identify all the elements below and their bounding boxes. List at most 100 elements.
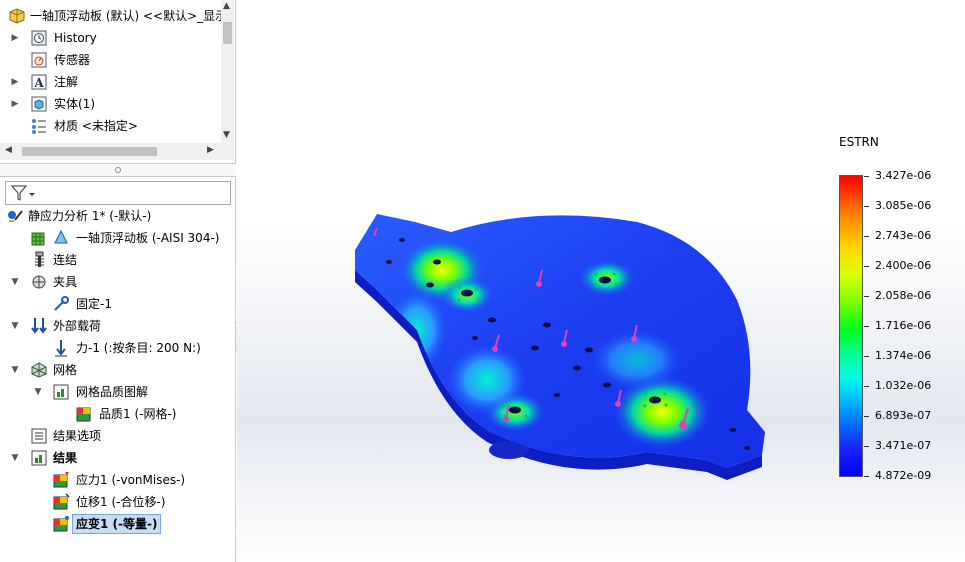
material-icon [32, 119, 46, 134]
legend-tick-label: 3.471e-07 [875, 439, 932, 452]
tree-item-label: 应力1 (-vonMises-) [76, 473, 186, 487]
legend-tick-mark [864, 476, 869, 477]
scrollbar-thumb[interactable] [22, 147, 157, 156]
result-plot-icon [76, 407, 91, 422]
tree-item-mesh-quality-plot[interactable]: ▼ 网格品质图解 [0, 382, 226, 402]
tree-item-label: 材质 <未指定> [54, 119, 138, 133]
mesh-part-icon [31, 232, 45, 246]
stress-plot-icon [53, 472, 69, 488]
filter-icon[interactable] [10, 184, 36, 202]
legend-tick-mark [864, 206, 869, 207]
connections-icon [35, 251, 44, 267]
tree-item-label: 外部载荷 [53, 319, 102, 333]
pane-splitter[interactable] [0, 163, 236, 177]
legend-tick-label: 4.872e-09 [875, 469, 932, 482]
graphics-viewport[interactable]: ESTRN 3.427e-06 3.085e-06 2.743e-06 2.400e-… [237, 0, 965, 562]
tree-item-label: 结果 [53, 451, 78, 465]
tree-item-label: 固定-1 [76, 297, 112, 311]
tree-item-fixed-1[interactable]: 固定-1 [0, 294, 226, 314]
tree-vertical-scrollbar[interactable]: ▲ ▼ [221, 0, 234, 143]
tree-item-label: 网格品质图解 [76, 385, 149, 399]
feature-tree: 一轴顶浮动板 (默认) <<默认>_显示状态 1> ▶ History 传感器 … [0, 0, 234, 162]
tree-item-material[interactable]: 材质 <未指定> [0, 116, 220, 136]
tree-item-fixtures[interactable]: ▼ 夹具 [0, 272, 226, 292]
legend-tick-label: 1.716e-06 [875, 319, 932, 332]
tree-item-mesh[interactable]: ▼ 网格 [0, 360, 226, 380]
tree-item-displacement-1[interactable]: 位移1 (-合位移-) [0, 492, 226, 512]
collapse-arrow-icon[interactable]: ▼ [10, 360, 20, 380]
tree-horizontal-scrollbar[interactable]: ◀ ▶ [0, 143, 234, 160]
plot-folder-icon [53, 384, 69, 400]
tree-item-quality-1[interactable]: 品质1 (-网格-) [0, 404, 226, 424]
scroll-down-icon[interactable]: ▼ [223, 130, 230, 140]
tree-item-label: 力-1 (:按条目: 200 N:) [76, 341, 201, 355]
external-loads-icon [31, 318, 47, 334]
legend-title: ESTRN [839, 135, 879, 149]
legend-tick-mark [864, 236, 869, 237]
scrollbar-thumb[interactable] [223, 22, 232, 44]
tree-item-result-options[interactable]: 结果选项 [0, 426, 226, 446]
tree-item-stress-1[interactable]: 应力1 (-vonMises-) [0, 470, 226, 490]
collapse-arrow-icon[interactable]: ▼ [10, 272, 20, 292]
displacement-plot-icon [53, 493, 70, 510]
tree-item-label: 一轴顶浮动板 (-AISI 304-) [76, 231, 220, 245]
tree-root-label: 一轴顶浮动板 (默认) <<默认>_显示状态 1> [30, 9, 222, 23]
tree-filter-box[interactable] [5, 181, 231, 205]
legend-tick-label: 2.400e-06 [875, 259, 932, 272]
legend-tick-label: 6.893e-07 [875, 409, 932, 422]
solid-body-icon [31, 96, 47, 112]
legend-tick-mark [864, 176, 869, 177]
scroll-right-icon[interactable]: ▶ [207, 145, 214, 155]
scroll-left-icon[interactable]: ◀ [5, 145, 12, 155]
tree-item-results[interactable]: ▼ 结果 [0, 448, 226, 468]
annotation-icon: A [31, 74, 47, 90]
expand-arrow-icon[interactable]: ▶ [10, 72, 20, 92]
legend-tick-label: 2.058e-06 [875, 289, 932, 302]
fixtures-icon [32, 275, 46, 289]
tree-item-study[interactable]: 静应力分析 1* (-默认-) [6, 206, 232, 226]
tree-item-label: 连结 [53, 253, 78, 267]
result-options-icon [31, 428, 47, 444]
tree-item-label: 传感器 [54, 53, 91, 67]
tree-item-label: 网格 [53, 363, 78, 377]
tree-item-solid-bodies[interactable]: ▶ 实体(1) [0, 94, 220, 114]
tree-item-label: 静应力分析 1* (-默认-) [28, 209, 152, 223]
collapse-arrow-icon[interactable]: ▼ [10, 316, 20, 336]
collapse-arrow-icon[interactable]: ▼ [10, 448, 20, 468]
legend-tick-label: 3.085e-06 [875, 199, 932, 212]
splitter-handle-icon[interactable] [115, 167, 121, 173]
tree-item-label: History [54, 31, 97, 45]
legend-tick-label: 1.032e-06 [875, 379, 932, 392]
expand-arrow-icon[interactable]: ▶ [10, 94, 20, 114]
results-folder-icon [31, 450, 47, 466]
legend-tick-label: 3.427e-06 [875, 169, 932, 182]
tree-item-strain-1[interactable]: 应变1 (-等量-) [0, 514, 226, 534]
history-icon [31, 30, 47, 46]
tree-item-annotations[interactable]: ▶ A 注解 [0, 72, 220, 92]
tree-root-part[interactable]: 一轴顶浮动板 (默认) <<默认>_显示状态 1> [8, 6, 222, 26]
legend-tick-mark [864, 356, 869, 357]
tree-item-part[interactable]: 一轴顶浮动板 (-AISI 304-) [0, 228, 226, 248]
tree-item-label: 注解 [54, 75, 79, 89]
scroll-up-icon[interactable]: ▲ [223, 1, 230, 11]
tree-item-force-1[interactable]: 力-1 (:按条目: 200 N:) [0, 338, 226, 358]
collapse-arrow-icon[interactable]: ▼ [33, 382, 43, 402]
part-icon [9, 8, 25, 24]
legend-tick-mark [864, 326, 869, 327]
tree-item-connections[interactable]: 连结 [0, 250, 226, 270]
force-icon [55, 340, 67, 357]
tree-item-label: 品质1 (-网格-) [99, 407, 177, 421]
tree-item-external-loads[interactable]: ▼ 外部载荷 [0, 316, 226, 336]
legend-tick-mark [864, 296, 869, 297]
legend-tick-mark [864, 266, 869, 267]
tree-item-label: 位移1 (-合位移-) [76, 495, 166, 509]
simulation-tree: 静应力分析 1* (-默认-) 一轴顶浮动板 (-AISI 304-) 连结 ▼… [0, 206, 234, 562]
feature-manager-pane: 一轴顶浮动板 (默认) <<默认>_显示状态 1> ▶ History 传感器 … [0, 0, 236, 562]
legend-tick-mark [864, 446, 869, 447]
tree-item-history[interactable]: ▶ History [0, 28, 220, 48]
tree-item-sensors[interactable]: 传感器 [0, 50, 220, 70]
fixed-geometry-icon [54, 296, 69, 311]
legend-tick-mark [864, 386, 869, 387]
legend-tick-mark [864, 416, 869, 417]
expand-arrow-icon[interactable]: ▶ [10, 28, 20, 48]
